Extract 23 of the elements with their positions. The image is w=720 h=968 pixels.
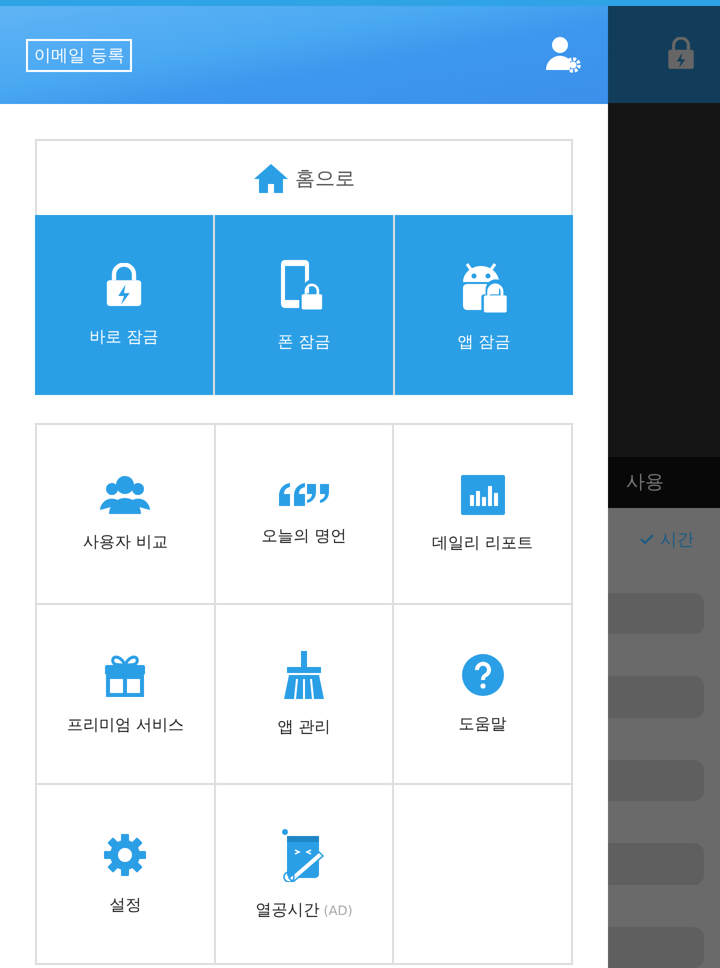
menu-tile[interactable]: 열공시간 (AD) bbox=[216, 785, 392, 963]
menu-tile[interactable]: 오늘의 명언 bbox=[216, 425, 392, 603]
broom-icon bbox=[282, 650, 325, 698]
notebook-pencil-icon bbox=[280, 828, 327, 882]
home-button[interactable]: 홈으로 bbox=[35, 139, 573, 215]
lock-icon bbox=[666, 37, 696, 72]
menu-tile[interactable]: 앱 관리 bbox=[216, 605, 392, 783]
users-icon bbox=[100, 476, 150, 514]
tab-label[interactable]: 사용 bbox=[626, 469, 664, 496]
menu-tile[interactable]: 도움말 bbox=[394, 605, 571, 783]
user-settings-icon[interactable] bbox=[546, 36, 582, 74]
gift-icon bbox=[103, 652, 148, 696]
home-icon bbox=[253, 162, 289, 194]
menu-tile[interactable]: 데일리 리포트 bbox=[394, 425, 571, 603]
settings-icon bbox=[103, 832, 148, 876]
menu-tile[interactable]: 사용자 비교 bbox=[37, 425, 214, 603]
menu-tile[interactable]: 프리미엄 서비스 bbox=[37, 605, 214, 783]
bar-chart-icon bbox=[460, 474, 505, 514]
lock-icon bbox=[104, 262, 144, 308]
help-icon bbox=[462, 654, 504, 696]
check-icon bbox=[640, 534, 654, 545]
quote-icon bbox=[276, 482, 331, 508]
menu-tile[interactable]: 설정 bbox=[37, 785, 214, 963]
